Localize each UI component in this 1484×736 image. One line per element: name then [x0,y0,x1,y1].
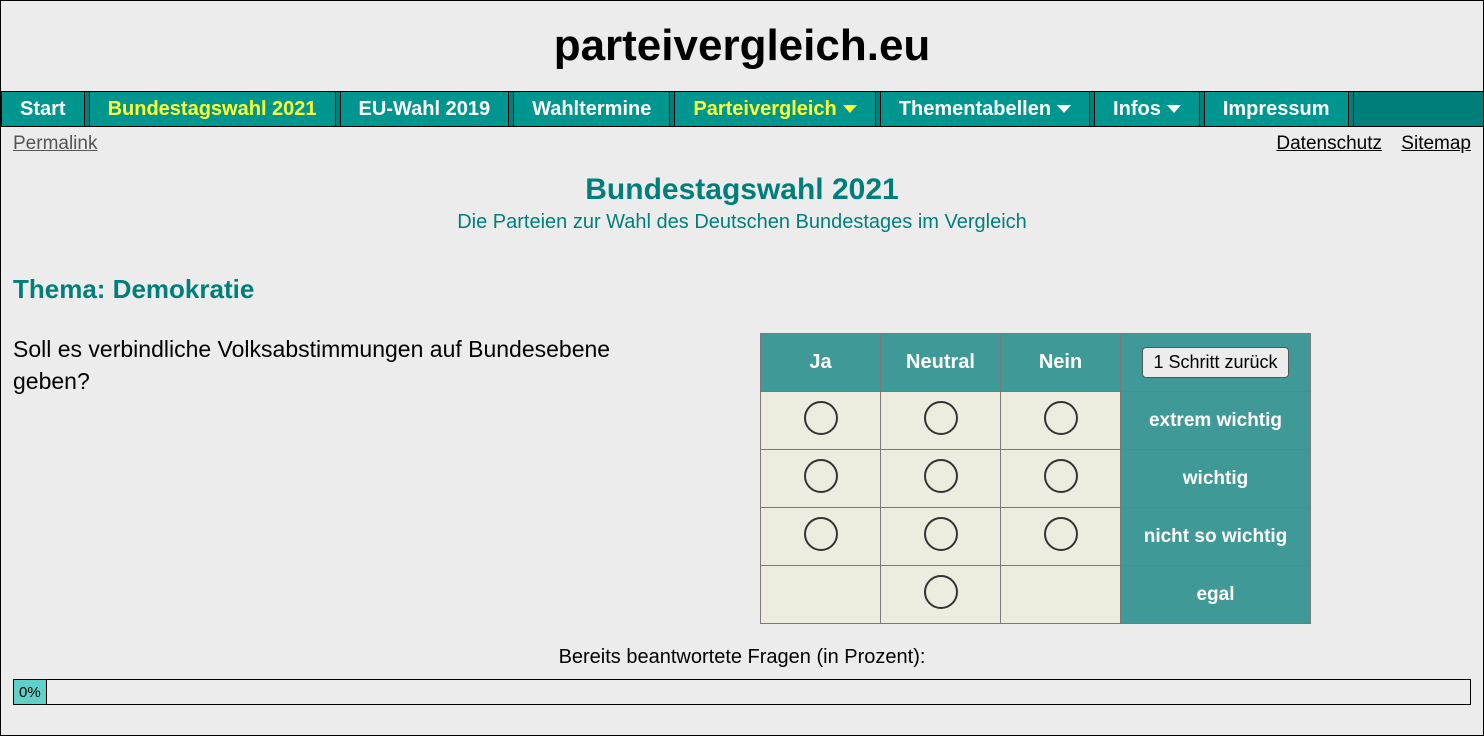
chevron-down-icon [1167,105,1181,113]
chevron-down-icon [1057,105,1071,113]
vote-radio-cell[interactable] [1001,508,1121,566]
nav-item-label: Wahltermine [532,98,651,121]
nav-item-start[interactable]: Start [1,92,85,126]
nav-item-label: Thementabellen [899,98,1051,121]
progress-caption: Bereits beantwortete Fragen (in Prozent)… [1,646,1483,669]
page-title: Bundestagswahl 2021 [1,173,1483,207]
nav-item-label: EU-Wahl 2019 [359,98,491,121]
vote-row-label: extrem wichtig [1121,392,1311,450]
permalink-link[interactable]: Permalink [13,133,97,154]
nav-item-label: Parteivergleich [693,98,836,121]
progress-percent: 0% [14,680,47,704]
nav-item-label: Impressum [1223,98,1330,121]
question-text: Soll es verbindliche Volksabstimmungen a… [13,333,633,397]
nav-item-wahltermine[interactable]: Wahltermine [513,92,670,126]
nav-item-label: Start [20,98,66,121]
radio-icon[interactable] [1044,459,1078,493]
vote-radio-cell [1001,566,1121,624]
radio-icon[interactable] [804,517,838,551]
vote-radio-cell[interactable] [1001,392,1121,450]
vote-table: JaNeutralNein 1 Schritt zurück extrem wich… [760,333,1311,624]
chevron-down-icon [843,105,857,113]
vote-row-label: nicht so wichtig [1121,508,1311,566]
nav-item-thementabellen[interactable]: Thementabellen [880,92,1090,126]
back-button[interactable]: 1 Schritt zurück [1142,347,1288,378]
sub-links: Permalink Datenschutz Sitemap [1,127,1483,155]
progress-bar-container: 0% [13,679,1471,705]
site-title: parteivergleich.eu [1,1,1483,91]
nav-item-eu-wahl-2019[interactable]: EU-Wahl 2019 [340,92,510,126]
page-subtitle: Die Parteien zur Wahl des Deutschen Bund… [1,211,1483,234]
vote-row-label: wichtig [1121,450,1311,508]
nav-item-label: Infos [1113,98,1161,121]
nav-item-impressum[interactable]: Impressum [1204,92,1349,126]
nav-item-infos[interactable]: Infos [1094,92,1200,126]
nav-item-parteivergleich[interactable]: Parteivergleich [674,92,875,126]
vote-radio-cell[interactable] [881,566,1001,624]
datenschutz-link[interactable]: Datenschutz [1276,133,1382,154]
vote-col-header: Neutral [881,334,1001,392]
vote-radio-cell[interactable] [1001,450,1121,508]
vote-radio-cell[interactable] [881,450,1001,508]
vote-col-header: Ja [761,334,881,392]
radio-icon[interactable] [1044,517,1078,551]
vote-radio-cell[interactable] [881,508,1001,566]
vote-radio-cell[interactable] [761,450,881,508]
main-nav: Start Bundestagswahl 2021 EU-Wahl 2019 Wahl… [1,91,1483,127]
nav-item-bundestagswahl-2021[interactable]: Bundestagswahl 2021 [89,92,336,126]
vote-table-wrap: JaNeutralNein 1 Schritt zurück extrem wich… [760,333,1311,624]
page-heading: Bundestagswahl 2021 Die Parteien zur Wah… [1,173,1483,234]
sitemap-link[interactable]: Sitemap [1401,133,1471,154]
radio-icon[interactable] [1044,401,1078,435]
vote-col-header: Nein [1001,334,1121,392]
vote-radio-cell[interactable] [761,392,881,450]
radio-icon[interactable] [924,575,958,609]
progress-bar [47,680,1470,704]
nav-item-label: Bundestagswahl 2021 [108,98,317,121]
radio-icon[interactable] [924,517,958,551]
vote-radio-cell[interactable] [881,392,1001,450]
topic-label: Thema: Demokratie [13,274,1483,305]
vote-radio-cell [761,566,881,624]
back-cell: 1 Schritt zurück [1121,334,1311,392]
vote-row-label: egal [1121,566,1311,624]
radio-icon[interactable] [924,401,958,435]
radio-icon[interactable] [804,459,838,493]
radio-icon[interactable] [924,459,958,493]
main-row: Soll es verbindliche Volksabstimmungen a… [1,333,1483,624]
radio-icon[interactable] [804,401,838,435]
vote-radio-cell[interactable] [761,508,881,566]
nav-tail [1353,92,1483,126]
